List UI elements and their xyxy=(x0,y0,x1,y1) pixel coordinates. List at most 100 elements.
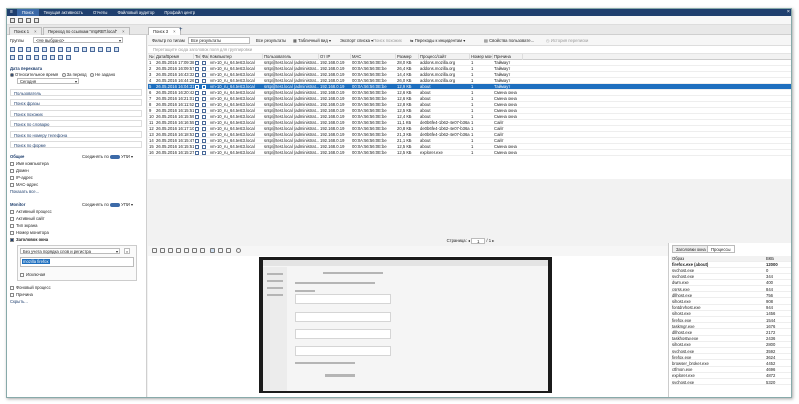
checkbox-icon[interactable] xyxy=(10,292,14,297)
prev-frame-icon[interactable] xyxy=(160,248,165,253)
radio-icon[interactable] xyxy=(10,72,14,77)
monitor-item[interactable]: Номер монитора xyxy=(10,230,49,235)
section-dictionary-search[interactable]: Поиск по словарю xyxy=(10,120,142,127)
filter-type-icon[interactable] xyxy=(98,47,103,52)
section-form-search[interactable]: Поиск по форме xyxy=(10,141,142,148)
tab-close-icon[interactable]: × xyxy=(34,29,36,34)
menu-item[interactable]: Поиск xyxy=(17,9,39,16)
process-row[interactable]: svchost.exe 3592 xyxy=(671,349,791,355)
join-toggle[interactable] xyxy=(109,202,120,207)
process-row[interactable]: svchost.exe 0 xyxy=(671,268,791,274)
monitor-item[interactable]: Причина xyxy=(10,292,33,297)
match-mode-select[interactable]: Без учета порядка слов и регистра xyxy=(20,248,120,254)
process-row[interactable]: ctfmon.exe 4696 xyxy=(671,367,791,373)
group-by-area[interactable]: Перетащите сюда заголовок поля для групп… xyxy=(148,46,791,54)
filter-type-icon[interactable] xyxy=(34,55,39,60)
process-row-active[interactable]: firefox.exe (about) 12000 xyxy=(671,262,791,268)
forward-icon[interactable] xyxy=(18,18,23,23)
zoom-fit-icon[interactable] xyxy=(184,248,189,253)
filter-type-icon[interactable] xyxy=(50,47,55,52)
hamburger-menu-icon[interactable]: ≡ xyxy=(9,10,14,15)
monitor-item[interactable]: Фоновый процесс xyxy=(10,285,51,290)
filter-type-icon[interactable] xyxy=(42,55,47,60)
rotate-icon[interactable] xyxy=(200,248,205,253)
filter-type-icon[interactable] xyxy=(106,47,111,52)
process-row[interactable]: dllhost.exe 756 xyxy=(671,293,791,299)
checkbox-icon[interactable] xyxy=(20,272,24,277)
checkbox-icon[interactable] xyxy=(10,223,14,228)
tab-search-1[interactable]: Поиск 1 × xyxy=(9,27,42,35)
menu-item[interactable]: Файловый аудитор xyxy=(112,9,159,16)
user-properties-button[interactable]: ▤ Свойства пользовате... xyxy=(484,37,534,44)
monitor-item[interactable]: Активный процесс xyxy=(10,209,52,214)
tab-window-titles[interactable]: Заголовки окна xyxy=(672,245,710,253)
join-toggle[interactable] xyxy=(109,154,120,159)
radio-icon[interactable] xyxy=(90,72,95,77)
filter-type-icon[interactable] xyxy=(74,47,79,52)
date-select[interactable]: Сегодня xyxy=(17,78,79,84)
filter-text-area[interactable]: mozilla firefox xyxy=(20,257,134,267)
filter-type-icon[interactable] xyxy=(66,55,71,60)
process-row[interactable]: explorer.exe 4872 xyxy=(671,373,791,379)
checkbox-icon[interactable] xyxy=(10,285,14,290)
process-row[interactable]: svchost.exe 5320 xyxy=(671,380,791,386)
fit-width-icon[interactable] xyxy=(210,248,215,253)
filter-type-icon[interactable] xyxy=(58,47,63,52)
show-all-link[interactable]: Показать все... xyxy=(10,189,39,194)
tab-links[interactable]: Переход по ссылкам "mtpRBT.local" × xyxy=(43,27,130,35)
checkbox-icon[interactable] xyxy=(10,237,14,242)
tab-close-icon[interactable]: × xyxy=(122,29,124,34)
checkbox-icon[interactable] xyxy=(10,161,14,166)
monitor-item-window-title[interactable]: Заголовок окна xyxy=(10,237,48,242)
filter-type-icon[interactable] xyxy=(90,47,95,52)
goto-incidents-button[interactable]: ⇆ Переходы к инцидентам ▾ xyxy=(410,37,465,44)
filter-type-icon[interactable] xyxy=(10,55,15,60)
filter-type-icon[interactable] xyxy=(50,55,55,60)
radio-icon[interactable] xyxy=(61,72,66,77)
process-row[interactable]: browser_broker.exe 4452 xyxy=(671,361,791,367)
table-row[interactable]: 16 26.05.2016 16:15:27 vm-10_ru_64.test3.l… xyxy=(148,150,791,156)
filter-type-icon[interactable] xyxy=(34,47,39,52)
filter-type-icon[interactable] xyxy=(58,55,63,60)
exclude-option[interactable]: Исключая xyxy=(20,272,45,277)
zoom-in-icon[interactable] xyxy=(168,248,173,253)
export-icon[interactable] xyxy=(226,248,231,253)
history-button[interactable]: ◷ История переписки xyxy=(546,37,588,44)
menu-item[interactable]: Профайл центр xyxy=(159,9,200,16)
groups-select[interactable]: <Не выбрано> xyxy=(33,37,123,43)
collapse-link[interactable]: Скрыть... xyxy=(10,299,28,304)
section-similar-search[interactable]: Поиск похожих xyxy=(10,110,142,117)
view-mode-button[interactable]: ▦ Табличный вид ▾ xyxy=(293,37,331,44)
general-item[interactable]: MAC-адрес xyxy=(10,182,38,187)
back-icon[interactable] xyxy=(10,18,15,23)
section-user[interactable]: Пользователь xyxy=(10,89,142,96)
process-row[interactable]: taskmgr.exe 1676 xyxy=(671,324,791,330)
join-value[interactable]: УПИ xyxy=(121,154,130,159)
checkbox-icon[interactable] xyxy=(10,209,14,214)
menu-item[interactable]: Текущая активность xyxy=(39,9,88,16)
process-row[interactable]: firefox.exe 3624 xyxy=(671,355,791,361)
checkbox-icon[interactable] xyxy=(10,168,14,173)
close-icon[interactable]: × xyxy=(787,9,790,16)
checkbox-icon[interactable] xyxy=(10,182,14,187)
process-row[interactable]: csrss.exe 844 xyxy=(671,287,791,293)
process-row[interactable]: sihost.exe 2800 xyxy=(671,342,791,348)
all-results-button[interactable]: Все результаты xyxy=(256,37,286,44)
filter-type-icon[interactable] xyxy=(26,47,31,52)
process-row[interactable]: fontdrvhost.exe 944 xyxy=(671,305,791,311)
first-frame-icon[interactable] xyxy=(152,248,157,253)
add-tab-button[interactable]: + xyxy=(175,27,187,35)
filter-type-icon[interactable] xyxy=(82,47,87,52)
zoom-actual-icon[interactable] xyxy=(192,248,197,253)
grid-icon[interactable] xyxy=(218,248,223,253)
checkbox-icon[interactable] xyxy=(10,216,14,221)
filter-type-icon[interactable] xyxy=(18,55,23,60)
checkbox-icon[interactable] xyxy=(10,175,14,180)
page-input[interactable]: 1 xyxy=(471,237,486,244)
section-phone-search[interactable]: Поиск по номеру телефона xyxy=(10,131,142,138)
process-row[interactable]: firefox.exe 1544 xyxy=(671,318,791,324)
filter-type-icon[interactable] xyxy=(26,55,31,60)
menu-item[interactable]: Отчеты xyxy=(88,9,112,16)
process-row[interactable]: svchost.exe 344 xyxy=(671,274,791,280)
join-value[interactable]: УПИ xyxy=(121,202,130,207)
